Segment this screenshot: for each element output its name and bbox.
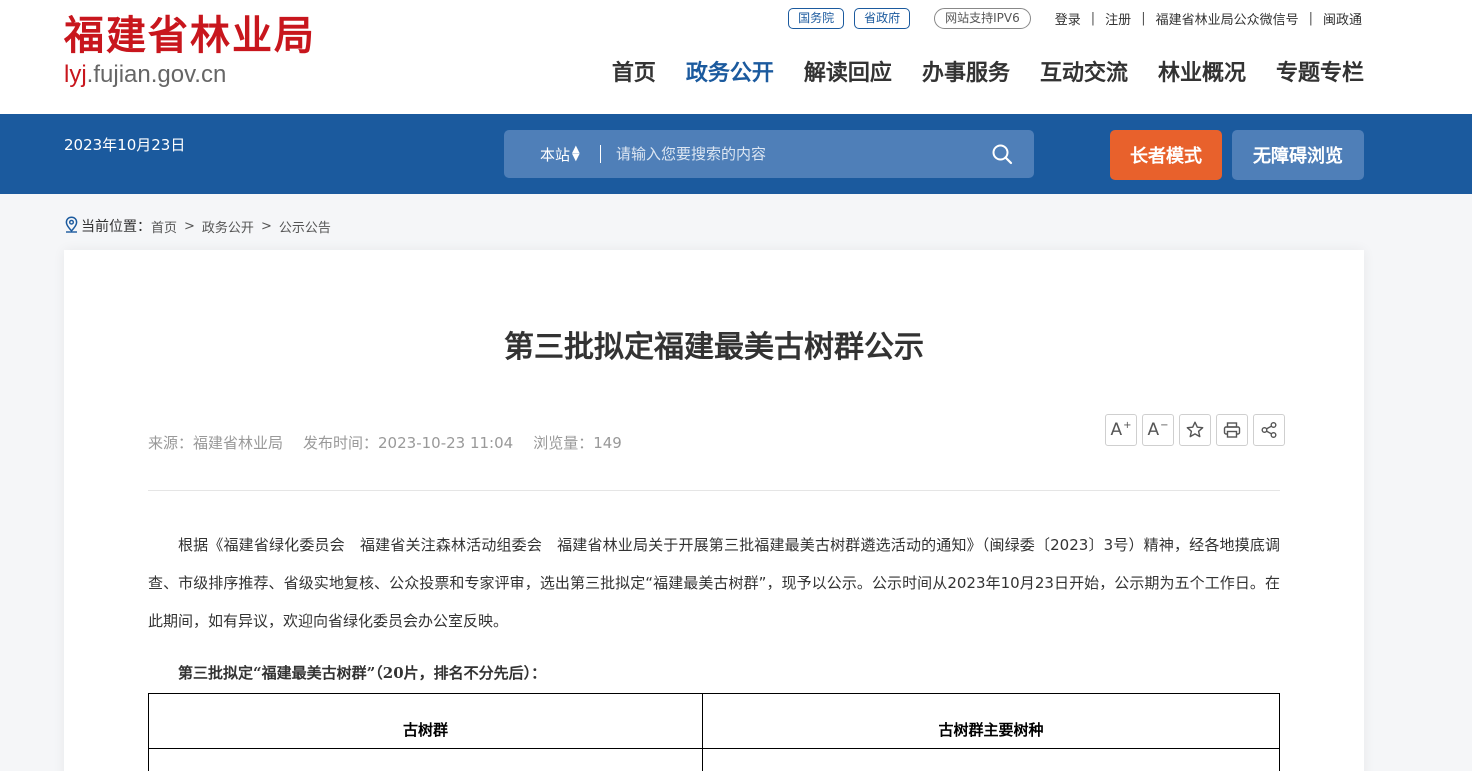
font-decrease-icon: A− <box>1147 420 1169 440</box>
article-content: 根据《福建省绿化委员会 福建省关注森林活动组委会 福建省林业局关于开展第三批福建… <box>148 526 1280 692</box>
main-nav: 首页 政务公开 解读回应 办事服务 互动交流 林业概况 专题专栏 <box>582 56 1364 92</box>
updown-arrow-icon: ▲ ▼ <box>572 144 580 163</box>
article-card: 第三批拟定福建最美古树群公示 来源：福建省林业局 发布时间：2023-10-23… <box>64 250 1364 771</box>
article-views: 浏览量：149 <box>533 434 622 452</box>
article-paragraph: 根据《福建省绿化委员会 福建省关注森林活动组委会 福建省林业局关于开展第三批福建… <box>148 536 1280 630</box>
font-decrease-button[interactable]: A− <box>1142 414 1174 446</box>
breadcrumb-home[interactable]: 首页 <box>151 217 177 236</box>
print-button[interactable] <box>1216 414 1248 446</box>
share-button[interactable] <box>1253 414 1285 446</box>
article-publish-time: 发布时间：2023-10-23 11:04 <box>303 434 514 452</box>
search-scope-label: 本站 <box>540 145 571 164</box>
utility-bar: 2023年10月23日 本站 ▲▼ 长者模式 无障碍浏览 <box>0 114 1472 194</box>
col-header-tree-group: 古树群 <box>148 693 703 749</box>
site-header: 福建省林业局 lyj.fujian.gov.cn 国务院 省政府 网站支持IPV… <box>0 0 1472 114</box>
divider: | <box>1090 10 1096 26</box>
search-divider <box>600 145 601 163</box>
star-icon <box>1186 421 1204 438</box>
tree-group-table: 古树群 古树群主要树种 <box>148 693 1280 771</box>
article-title: 第三批拟定福建最美古树群公示 <box>504 330 924 365</box>
breadcrumb-separator: > <box>184 218 195 234</box>
location-pin-icon <box>64 215 79 237</box>
mzt-link[interactable]: 闽政通 <box>1321 9 1364 28</box>
printer-icon <box>1223 422 1241 438</box>
nav-forestry-overview[interactable]: 林业概况 <box>1158 56 1246 92</box>
table-row <box>148 748 1280 771</box>
top-links: 国务院 省政府 网站支持IPV6 登录 | 注册 | 福建省林业局公众微信号 |… <box>788 7 1364 29</box>
register-link[interactable]: 注册 <box>1103 9 1133 28</box>
table-header-row: 古树群 古树群主要树种 <box>148 693 1280 749</box>
site-logo-domain[interactable]: lyj.fujian.gov.cn <box>64 60 226 90</box>
search-input[interactable] <box>616 145 982 163</box>
divider: | <box>1308 10 1313 26</box>
article-tools: A+ A− <box>1100 414 1285 446</box>
provincial-gov-link[interactable]: 省政府 <box>854 7 911 29</box>
domain-highlight: lyj <box>64 61 87 88</box>
wechat-link[interactable]: 福建省林业局公众微信号 <box>1154 9 1301 28</box>
col-header-main-species: 古树群主要树种 <box>702 693 1280 749</box>
font-increase-icon: A+ <box>1110 420 1132 440</box>
nav-home[interactable]: 首页 <box>612 56 656 92</box>
nav-interpretation[interactable]: 解读回应 <box>804 56 892 92</box>
nav-services[interactable]: 办事服务 <box>922 56 1010 92</box>
divider: | <box>1141 10 1146 26</box>
nav-topics[interactable]: 专题专栏 <box>1276 56 1364 92</box>
share-icon <box>1261 422 1277 438</box>
current-date: 2023年10月23日 <box>64 136 186 154</box>
site-logo-title[interactable]: 福建省林业局 <box>64 12 316 60</box>
breadcrumb-announcements[interactable]: 公示公告 <box>279 217 331 236</box>
breadcrumb-separator: > <box>260 218 272 234</box>
font-increase-button[interactable]: A+ <box>1105 414 1137 446</box>
elder-mode-button[interactable]: 长者模式 <box>1110 130 1222 180</box>
article-source: 来源：福建省林业局 <box>148 434 284 452</box>
ipv6-badge: 网站支持IPV6 <box>934 7 1031 29</box>
search-box: 本站 ▲ ▼ <box>504 130 1034 178</box>
nav-interaction[interactable]: 互动交流 <box>1040 56 1128 92</box>
accessible-browse-button[interactable]: 无障碍浏览 <box>1232 130 1364 180</box>
table-cell <box>148 748 703 771</box>
breadcrumb-gov-affairs[interactable]: 政务公开 <box>202 217 254 236</box>
article-subheading: 第三批拟定“福建最美古树群”（20片，排名不分先后）： <box>178 664 547 682</box>
meta-divider <box>148 490 1280 491</box>
favorite-button[interactable] <box>1179 414 1211 446</box>
breadcrumb-label: 当前位置： <box>81 219 151 235</box>
domain-rest: .fujian.gov.cn <box>86 61 227 88</box>
article-meta: 来源：福建省林业局 发布时间：2023-10-23 11:04 浏览量：149 <box>148 432 642 453</box>
search-scope-select[interactable]: 本站 ▲ ▼ <box>504 144 600 165</box>
breadcrumb: 当前位置： 首页 > 政务公开 > 公示公告 <box>64 215 331 237</box>
login-link[interactable]: 登录 <box>1053 9 1083 28</box>
nav-gov-affairs[interactable]: 政务公开 <box>686 56 774 92</box>
table-cell <box>702 748 1280 771</box>
state-council-link[interactable]: 国务院 <box>788 7 845 29</box>
search-icon[interactable] <box>982 134 1022 174</box>
